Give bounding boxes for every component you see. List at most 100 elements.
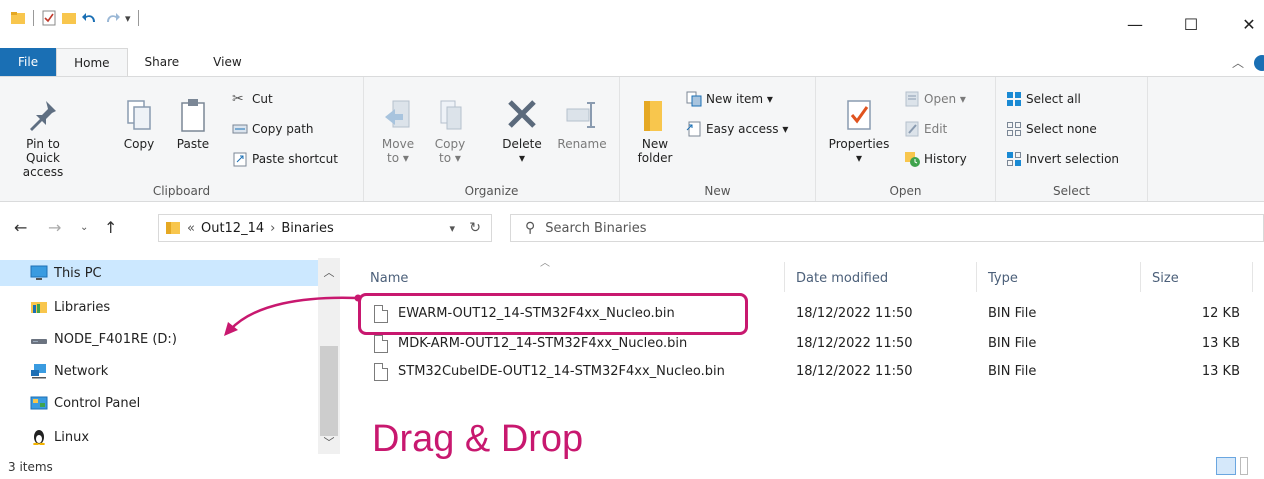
address-dropdown-icon[interactable]: ▾ [449,222,455,235]
large-icons-view-icon[interactable] [1240,457,1248,475]
toolbar-divider [137,10,139,26]
select-group-label: Select [1052,184,1091,198]
nav-item-network[interactable]: Network [30,358,108,384]
close-button[interactable]: ✕ [1226,10,1264,38]
breadcrumb-out12-14[interactable]: Out12_14 [201,221,264,236]
paste-button[interactable]: Paste [170,97,216,151]
tab-view[interactable]: View [196,48,258,76]
new-folder-label-line1: New [641,137,669,151]
move-to-icon [385,100,410,128]
invert-selection-button[interactable]: Invert selection [1006,151,1119,167]
search-placeholder: Search Binaries [545,220,647,236]
pin-to-quick-access-button[interactable]: Pin to Quick access [8,97,78,179]
easy-access-label: Easy access ▾ [706,122,789,136]
file-date: 18/12/2022 11:50 [796,364,913,379]
column-divider[interactable] [976,262,977,292]
pin-label-line2: access [22,165,64,179]
nav-item-label: Libraries [54,299,111,315]
open-icon [905,91,919,107]
maximize-button[interactable]: ☐ [1168,10,1214,38]
delete-dropdown: ▾ [518,151,526,165]
file-name: STM32CubeIDE-OUT12_14-STM32F4xx_Nucleo.b… [398,364,725,379]
easy-access-button[interactable]: Easy access ▾ [686,121,788,137]
nav-item-linux[interactable]: Linux [30,424,89,450]
search-box[interactable]: ⚲ Search Binaries [510,214,1264,242]
move-to-button[interactable]: Move to ▾ [378,97,418,165]
quick-access-toolbar: ▾ [10,10,142,26]
breadcrumb-separator[interactable]: › [270,221,275,236]
select-none-icon [1007,122,1021,136]
forward-arrow-icon[interactable]: → [48,218,61,237]
navigation-scrollbar[interactable]: ︿ ﹀ [318,258,340,454]
select-group: Select all Select none Invert selection … [996,77,1148,201]
back-arrow-icon[interactable]: ← [14,218,27,237]
file-row[interactable]: STM32CubeIDE-OUT12_14-STM32F4xx_Nucleo.b… [360,358,1264,386]
rename-button[interactable]: Rename [554,97,610,151]
paste-shortcut-button[interactable]: Paste shortcut [232,151,338,167]
properties-button[interactable]: Properties ▾ [824,97,894,165]
move-to-label-line2: to ▾ [387,151,409,165]
new-folder-button[interactable]: New folder [632,97,678,165]
column-header-label: Type [988,270,1018,286]
up-arrow-icon[interactable]: ↑ [104,218,117,237]
column-header-label: Size [1152,270,1179,286]
column-header-label: Date modified [796,270,889,286]
address-overflow[interactable]: « [187,221,195,236]
edit-button[interactable]: Edit [904,121,947,137]
column-divider[interactable] [1140,262,1141,292]
move-to-label-line1: Move [381,137,415,151]
select-none-button[interactable]: Select none [1006,121,1097,137]
customize-toolbar-icon[interactable]: ▾ [125,12,131,25]
scroll-up-icon[interactable]: ︿ [318,264,340,280]
tab-file[interactable]: File [0,48,57,76]
tab-home[interactable]: Home [56,48,128,76]
nav-item-this-pc[interactable]: This PC [0,260,318,286]
delete-button[interactable]: Delete ▾ [498,97,546,165]
copy-path-button[interactable]: Copy path [232,121,314,137]
copy-button[interactable]: Copy [118,97,160,151]
copy-icon [127,100,151,130]
ribbon-controls: ︿ [1232,54,1264,71]
select-all-label: Select all [1026,92,1081,106]
nav-item-control-panel[interactable]: Control Panel [30,390,140,416]
recent-locations-icon[interactable]: ⌄ [80,222,88,233]
address-row: ← → ⌄ ↑ « Out12_14 › Binaries ▾ ↻ ⚲ Sear… [0,210,1264,246]
column-header-date[interactable]: Date modified [796,258,888,298]
collapse-ribbon-icon[interactable]: ︿ [1232,54,1244,71]
column-header-size[interactable]: Size [1152,258,1179,298]
new-folder-icon[interactable] [61,10,77,26]
file-date: 18/12/2022 11:50 [796,336,913,351]
address-bar[interactable]: « Out12_14 › Binaries ▾ ↻ [158,214,492,242]
details-view-icon[interactable] [1216,457,1236,475]
new-item-button[interactable]: New item ▾ [686,91,773,107]
nav-item-libraries[interactable]: Libraries [30,294,110,320]
help-icon[interactable] [1254,54,1264,71]
file-size: 13 KB [1201,336,1240,351]
history-button[interactable]: History [904,151,967,167]
redo-icon[interactable] [103,10,121,26]
nav-item-node-drive[interactable]: NODE_F401RE (D:) [30,326,177,352]
cut-button[interactable]: ✂ Cut [232,91,273,107]
breadcrumb-binaries[interactable]: Binaries [281,221,333,236]
toolbar-divider [33,10,34,26]
copy-to-button[interactable]: Copy to ▾ [430,97,470,165]
column-header-name[interactable]: Name [370,258,408,298]
open-button[interactable]: Open ▾ [904,91,966,107]
select-all-button[interactable]: Select all [1006,91,1081,107]
organize-group-label: Organize [464,184,519,198]
scroll-down-icon[interactable]: ﹀ [318,434,340,450]
nav-item-label: This PC [54,265,102,281]
scroll-thumb[interactable] [320,346,338,436]
open-group: Properties ▾ Open ▾ Edit History Open [816,77,996,201]
column-divider[interactable] [784,262,785,292]
refresh-icon[interactable]: ↻ [469,220,481,236]
undo-icon[interactable] [81,10,99,26]
select-all-icon [1007,92,1021,106]
tab-share[interactable]: Share [128,48,197,76]
properties-icon[interactable] [41,10,57,26]
column-header-type[interactable]: Type [988,258,1018,298]
history-icon [905,152,920,167]
open-label: Open ▾ [924,92,966,106]
column-divider[interactable] [1252,262,1253,292]
minimize-button[interactable]: — [1112,10,1158,38]
